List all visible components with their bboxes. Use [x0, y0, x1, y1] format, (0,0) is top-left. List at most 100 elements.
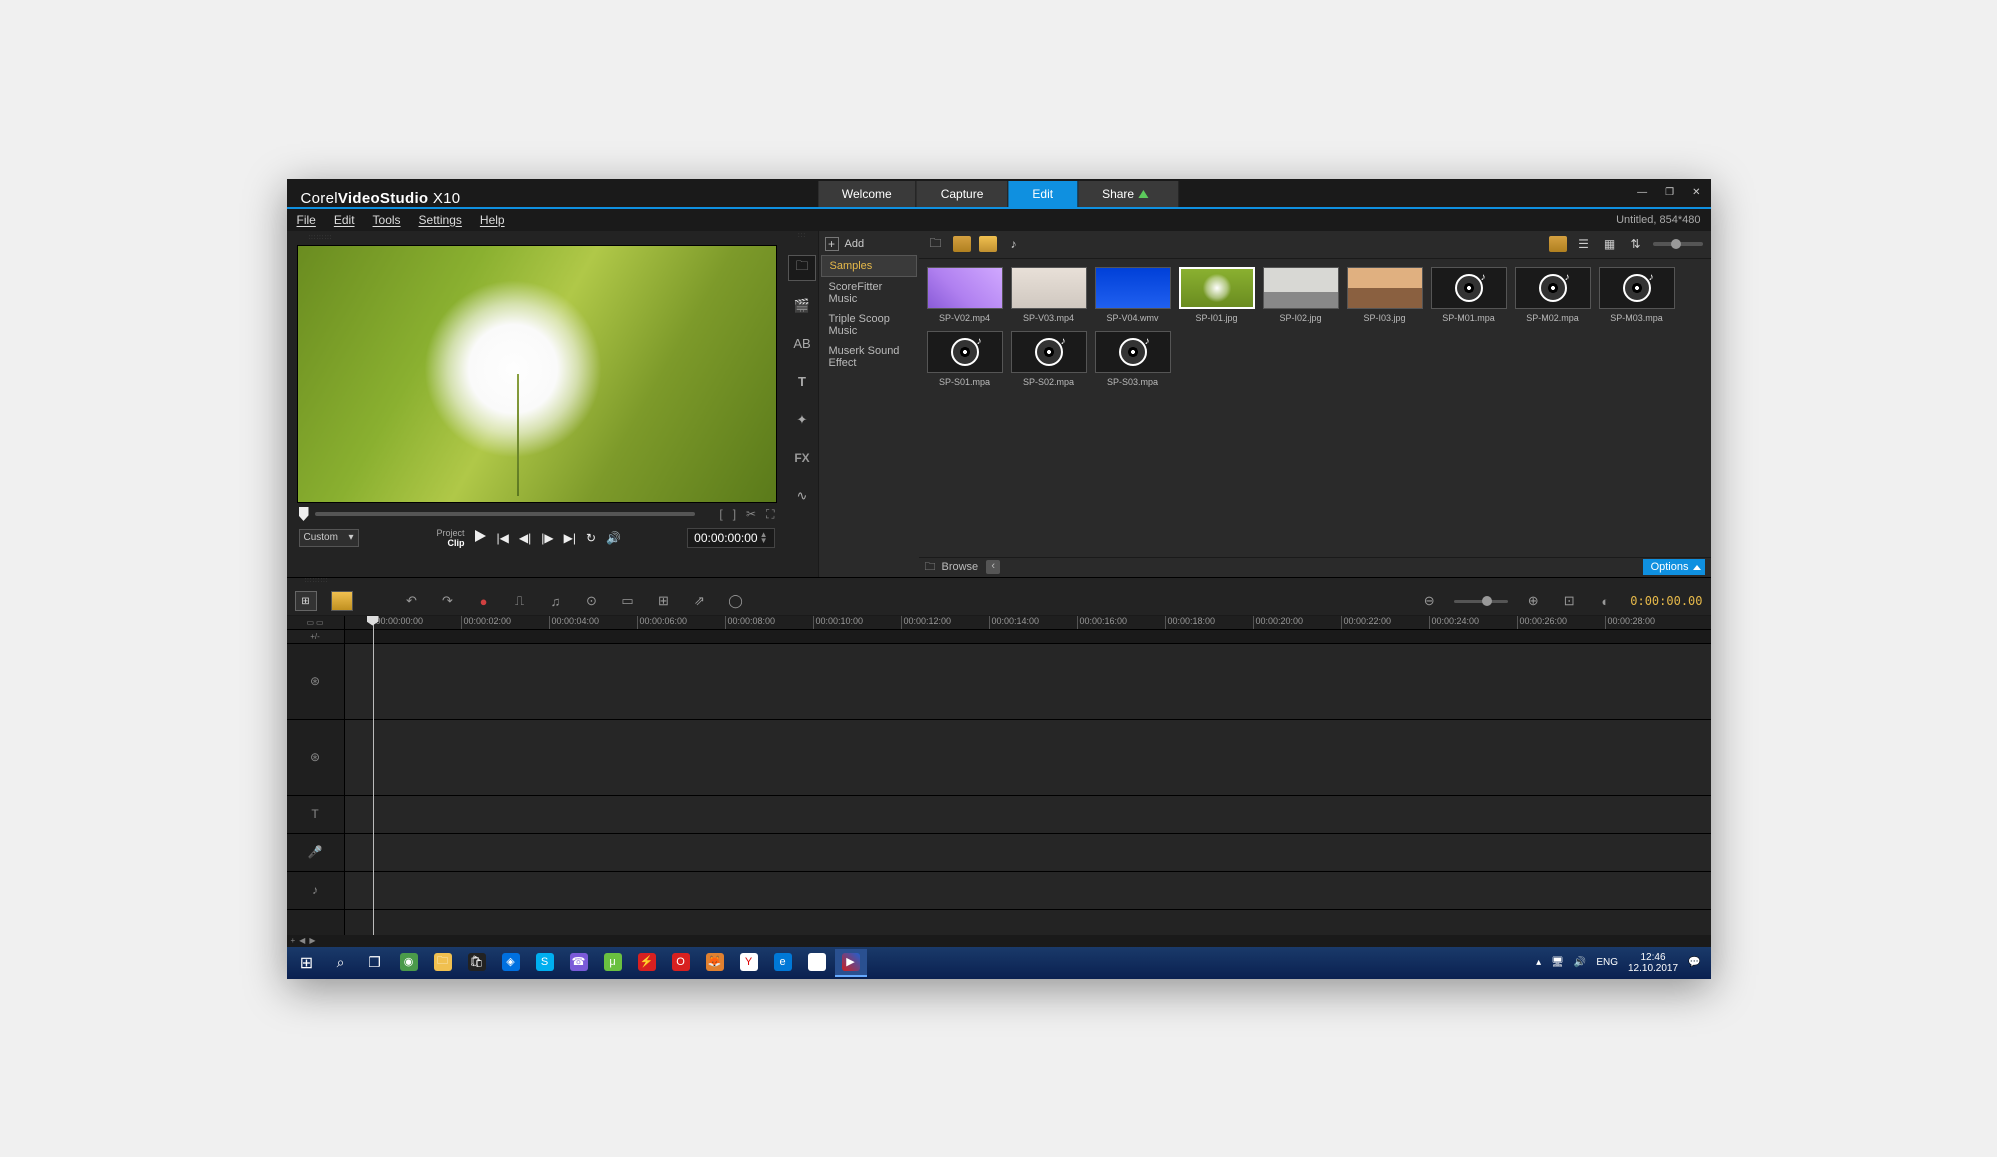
cut-icon[interactable]: ✂	[746, 507, 756, 522]
app-icon-1[interactable]: ◉	[393, 949, 425, 977]
media-item[interactable]: SP-S02.mpa	[1011, 331, 1087, 387]
media-item[interactable]: SP-S01.mpa	[927, 331, 1003, 387]
media-item[interactable]: SP-M02.mpa	[1515, 267, 1591, 323]
media-item[interactable]: SP-I03.jpg	[1347, 267, 1423, 323]
zoom-out-button[interactable]: ⊖	[1418, 591, 1440, 611]
media-item[interactable]: SP-V02.mp4	[927, 267, 1003, 323]
filter-icon[interactable]: FX	[788, 445, 816, 471]
store-icon[interactable]: 🛍	[461, 949, 493, 977]
video-track-header[interactable]: ⊛	[287, 644, 344, 720]
skype-icon[interactable]: S	[529, 949, 561, 977]
addtrack-icon[interactable]: +	[291, 936, 296, 945]
media-item[interactable]: SP-V03.mp4	[1011, 267, 1087, 323]
media-item[interactable]: SP-M01.mpa	[1431, 267, 1507, 323]
tab-share[interactable]: Share	[1078, 181, 1179, 207]
show-audio-icon[interactable]: ♪	[1005, 236, 1023, 252]
zoom-in-button[interactable]: ⊕	[1522, 591, 1544, 611]
undo-button[interactable]: ↶	[401, 591, 423, 611]
firefox-icon[interactable]: 🦊	[699, 949, 731, 977]
media-item[interactable]: SP-I01.jpg	[1179, 267, 1255, 323]
seek-track[interactable]	[315, 512, 695, 516]
panel-grip[interactable]: :::::::::	[287, 578, 1711, 588]
panel-grip[interactable]: :::	[798, 233, 806, 243]
overlay-track-header[interactable]: ⊛	[287, 720, 344, 796]
menu-edit[interactable]: Edit	[334, 213, 355, 227]
mark-out-icon[interactable]: ]	[733, 507, 736, 522]
category-scorefitter[interactable]: ScoreFitter Music	[821, 277, 917, 309]
edge-icon[interactable]: e	[767, 949, 799, 977]
loop-button[interactable]: ↻	[586, 531, 596, 545]
options-button[interactable]: Options	[1643, 559, 1705, 575]
tray-monitor-icon[interactable]: 🖥	[1551, 957, 1564, 968]
go-start-button[interactable]: |◀	[497, 531, 509, 545]
auto-music-button[interactable]: ♫	[545, 591, 567, 611]
start-button[interactable]: ⊞	[291, 949, 323, 977]
motion-track-button[interactable]: ⊙	[581, 591, 603, 611]
media-item[interactable]: SP-I02.jpg	[1263, 267, 1339, 323]
utorrent-icon[interactable]: μ	[597, 949, 629, 977]
multicam-button[interactable]: ⊞	[653, 591, 675, 611]
mark-in-icon[interactable]: [	[719, 507, 722, 522]
fit-timeline-button[interactable]: ⊡	[1558, 591, 1580, 611]
panel-grip[interactable]: :::::::::	[291, 235, 783, 245]
view-thumb-icon[interactable]	[1549, 236, 1567, 252]
go-end-button[interactable]: ▶|	[564, 531, 576, 545]
marker-strip[interactable]	[345, 630, 1711, 644]
category-triplescoop[interactable]: Triple Scoop Music	[821, 309, 917, 341]
trackopt1-icon[interactable]: ▭	[306, 618, 314, 627]
show-image-icon[interactable]	[979, 236, 997, 252]
taskview-button[interactable]: ❐	[359, 949, 391, 977]
project-duration-icon[interactable]: ◐	[1594, 591, 1616, 611]
menu-help[interactable]: Help	[480, 213, 505, 227]
graphic-icon[interactable]: ✦	[788, 407, 816, 433]
media-item[interactable]: SP-V04.wmv	[1095, 267, 1171, 323]
scroll-right-icon[interactable]: ▶	[309, 936, 315, 945]
toggle-disp-icon[interactable]: +/-	[310, 632, 320, 641]
close-button[interactable]: ✕	[1688, 185, 1704, 200]
opera-icon[interactable]: O	[665, 949, 697, 977]
project-clip-toggle[interactable]: Project Clip	[437, 528, 465, 548]
videostudio-taskbar-icon[interactable]: ▶	[835, 949, 867, 977]
transition-icon[interactable]: AB	[788, 331, 816, 357]
audio-mixer-button[interactable]: ⎍	[509, 591, 531, 611]
tray-notification-icon[interactable]: 💬	[1688, 957, 1700, 968]
video-track[interactable]	[345, 644, 1711, 720]
view-grid-icon[interactable]: ▦	[1601, 236, 1619, 252]
music-track-header[interactable]: ♪	[287, 872, 344, 910]
show-video-icon[interactable]	[953, 236, 971, 252]
menu-file[interactable]: File	[297, 213, 316, 227]
seek-marker[interactable]	[299, 507, 309, 521]
trackopt2-icon[interactable]: ▭	[316, 618, 324, 627]
title-track-header[interactable]: T	[287, 796, 344, 834]
timecode-display[interactable]: 00:00:00:00 ▲▼	[687, 528, 774, 548]
collapse-arrow-icon[interactable]: ‹	[986, 560, 1000, 574]
media-item[interactable]: SP-M03.mpa	[1599, 267, 1675, 323]
add-category[interactable]: + Add	[821, 233, 917, 255]
view-list-icon[interactable]: ☰	[1575, 236, 1593, 252]
sort-icon[interactable]: ⇅	[1627, 236, 1645, 252]
timeline-ruler[interactable]: 00:00:00:0000:00:02:0000:00:04:0000:00:0…	[345, 616, 1711, 630]
tray-clock[interactable]: 12:4612.10.2017	[1628, 952, 1678, 974]
browse-folder-icon[interactable]: 🗀	[925, 558, 936, 577]
tray-language[interactable]: ENG	[1596, 957, 1618, 968]
zoom-slider[interactable]	[1454, 600, 1508, 603]
tab-welcome[interactable]: Welcome	[818, 181, 917, 207]
tab-edit[interactable]: Edit	[1008, 181, 1078, 207]
voice-track-header[interactable]: 🎤	[287, 834, 344, 872]
viber-icon[interactable]: ☎	[563, 949, 595, 977]
timeline-view-button[interactable]	[331, 591, 353, 611]
timeline-scrollbar[interactable]: + ◀ ▶	[287, 935, 1711, 947]
thumb-size-slider[interactable]	[1653, 242, 1703, 246]
redo-button[interactable]: ↷	[437, 591, 459, 611]
tab-capture[interactable]: Capture	[917, 181, 1009, 207]
storyboard-view-button[interactable]: ⊞	[295, 591, 317, 611]
category-samples[interactable]: Samples	[821, 255, 917, 277]
title-icon[interactable]: T	[788, 369, 816, 395]
play-button[interactable]	[473, 529, 487, 546]
maximize-button[interactable]: ❐	[1661, 185, 1678, 200]
category-muserk[interactable]: Muserk Sound Effect	[821, 341, 917, 373]
music-track[interactable]	[345, 872, 1711, 910]
pan-zoom-button[interactable]: ⇗	[689, 591, 711, 611]
preview-mode-dropdown[interactable]: Custom▾	[299, 529, 359, 547]
path-icon[interactable]: ∿	[788, 483, 816, 509]
